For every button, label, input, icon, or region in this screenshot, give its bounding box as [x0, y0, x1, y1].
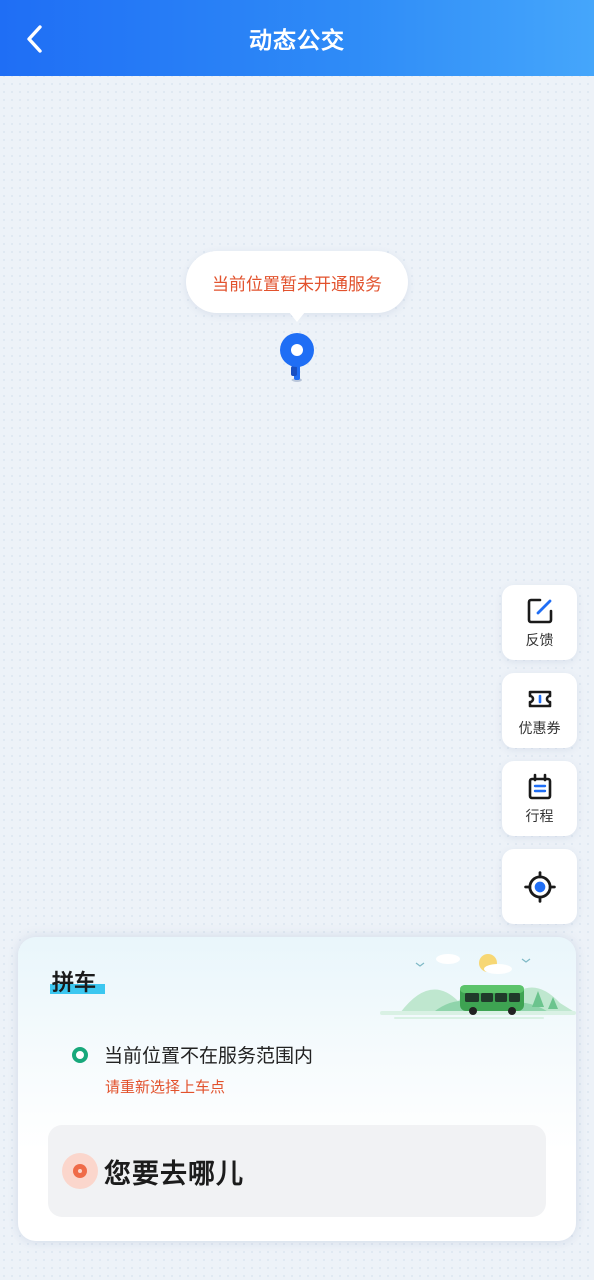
destination-placeholder: 您要去哪儿 — [104, 1158, 244, 1190]
destination-input[interactable]: 您要去哪儿 — [48, 1125, 546, 1217]
ticket-icon — [528, 690, 551, 707]
coupon-button[interactable]: 优惠券 — [502, 673, 577, 748]
locate-icon — [523, 870, 556, 903]
feedback-label: 反馈 — [525, 632, 554, 649]
destination-marker-icon — [62, 1153, 98, 1189]
back-button[interactable] — [18, 22, 52, 56]
bus-scenery-illustration — [380, 954, 576, 1019]
locate-me-button[interactable] — [502, 849, 577, 924]
reselect-pickup-hint[interactable]: 请重新选择上车点 — [105, 1076, 225, 1097]
top-nav-bar: 动态公交 — [0, 0, 594, 76]
status-text: 当前位置不在服务范围内 — [104, 1045, 314, 1067]
itinerary-button[interactable]: 行程 — [502, 761, 577, 836]
location-status: 当前位置不在服务范围内 — [72, 1041, 313, 1068]
itinerary-label: 行程 — [525, 808, 554, 825]
coupon-label: 优惠券 — [518, 720, 561, 737]
page-title: 动态公交 — [249, 28, 345, 54]
location-status-bubble: 当前位置暂未开通服务 — [186, 251, 408, 322]
carpool-tab-label: 拼车 — [52, 971, 97, 996]
bubble-text: 当前位置暂未开通服务 — [212, 274, 382, 295]
location-pin-icon[interactable] — [276, 330, 318, 386]
carpool-card: 拼车 当前位置不在服务范围内 请重新选择上车点 您要去哪儿 — [18, 937, 576, 1241]
chevron-left-icon — [27, 25, 42, 53]
itinerary-icon — [528, 773, 551, 799]
status-dot-icon — [72, 1046, 88, 1063]
carpool-tab[interactable]: 拼车 — [50, 965, 105, 997]
feedback-button[interactable]: 反馈 — [502, 585, 577, 660]
edit-square-icon — [527, 598, 552, 623]
